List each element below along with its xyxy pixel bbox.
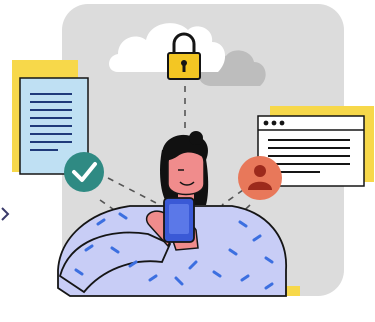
illustration-canvas — [1, 4, 374, 297]
user-avatar-icon — [238, 156, 282, 200]
security-illustration — [0, 0, 375, 322]
chevron-right-icon — [1, 207, 10, 221]
smartphone-icon — [163, 197, 195, 243]
checkmark-icon — [64, 152, 104, 192]
